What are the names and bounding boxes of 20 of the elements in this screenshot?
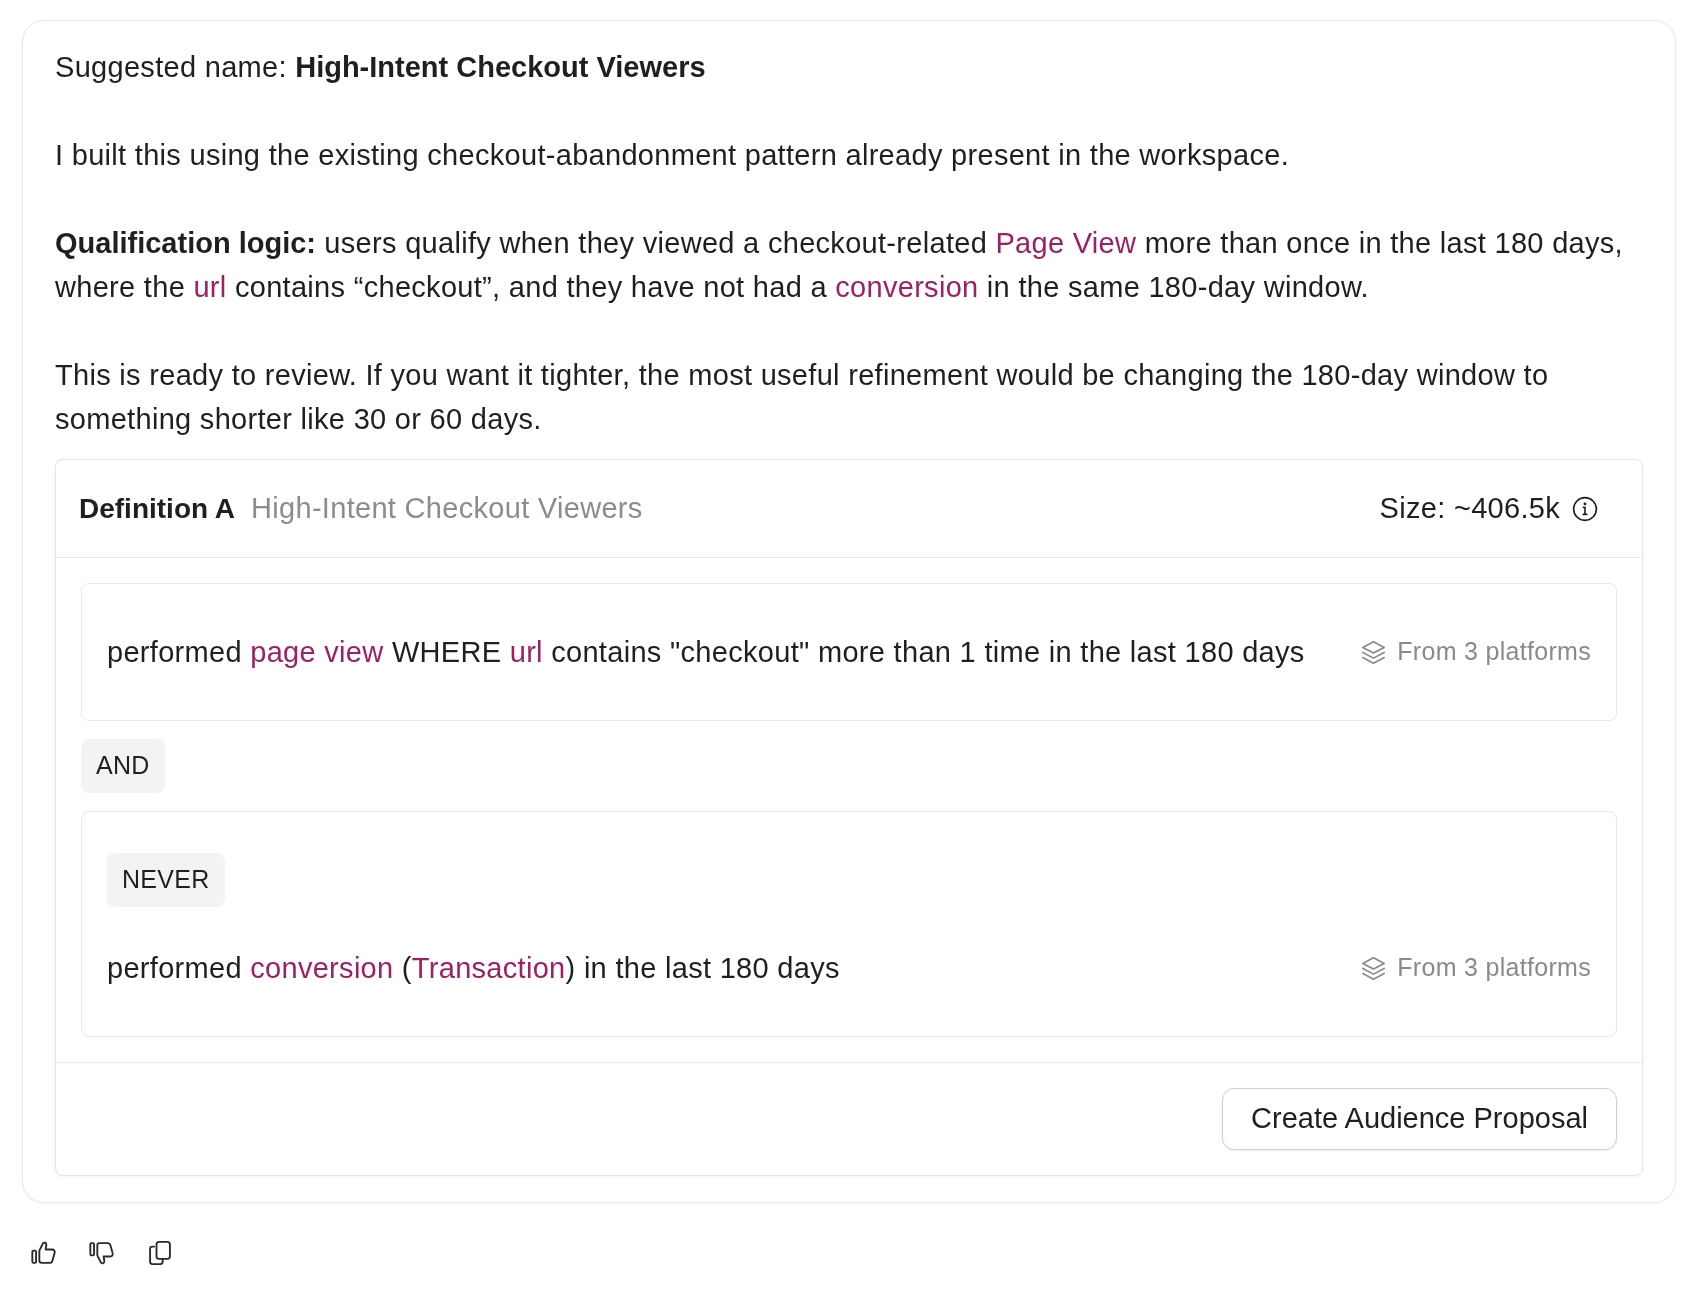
definition-label: Definition A <box>79 491 236 526</box>
source-label: From 3 platforms <box>1397 636 1591 668</box>
create-proposal-button[interactable]: Create Audience Proposal <box>1222 1088 1617 1150</box>
message-text: This is ready to review. If you want it tighter, the most useful refinement would be changing the 180-day window to something shorter like 30 or 60 days. <box>55 358 1550 437</box>
qualifier-tag: NEVER <box>107 853 225 907</box>
operator-tag: AND <box>81 739 165 793</box>
size-estimate: Size: ~406.5k <box>1379 490 1560 526</box>
thumbs-down-icon[interactable] <box>88 1239 116 1267</box>
message-text: I built this using the existing checkout-abandonment pattern already present in the workspace. <box>55 138 1291 173</box>
thumbs-up-icon[interactable] <box>30 1239 58 1267</box>
info-icon[interactable] <box>1572 495 1598 522</box>
message-text: Suggested name: High-Intent Checkout Viewers <box>55 50 707 85</box>
definition-name: High-Intent Checkout Viewers <box>251 490 643 526</box>
message-text: Qualification logic: users qualify when they viewed a checkout-related Page View more than once in the last 180 days, where the url contains “checkout”, and they have not had a conversion in the same 180-day window. <box>55 226 1624 305</box>
layers-icon <box>1360 638 1388 666</box>
condition-text: performed page view WHERE url contains "checkout" more than 1 time in the last 180 days <box>107 635 1305 670</box>
layers-icon <box>1360 954 1388 982</box>
condition-text: performed conversion (Transaction) in the last 180 days <box>107 951 840 986</box>
source-label: From 3 platforms <box>1397 952 1591 984</box>
copy-icon[interactable] <box>146 1239 174 1267</box>
